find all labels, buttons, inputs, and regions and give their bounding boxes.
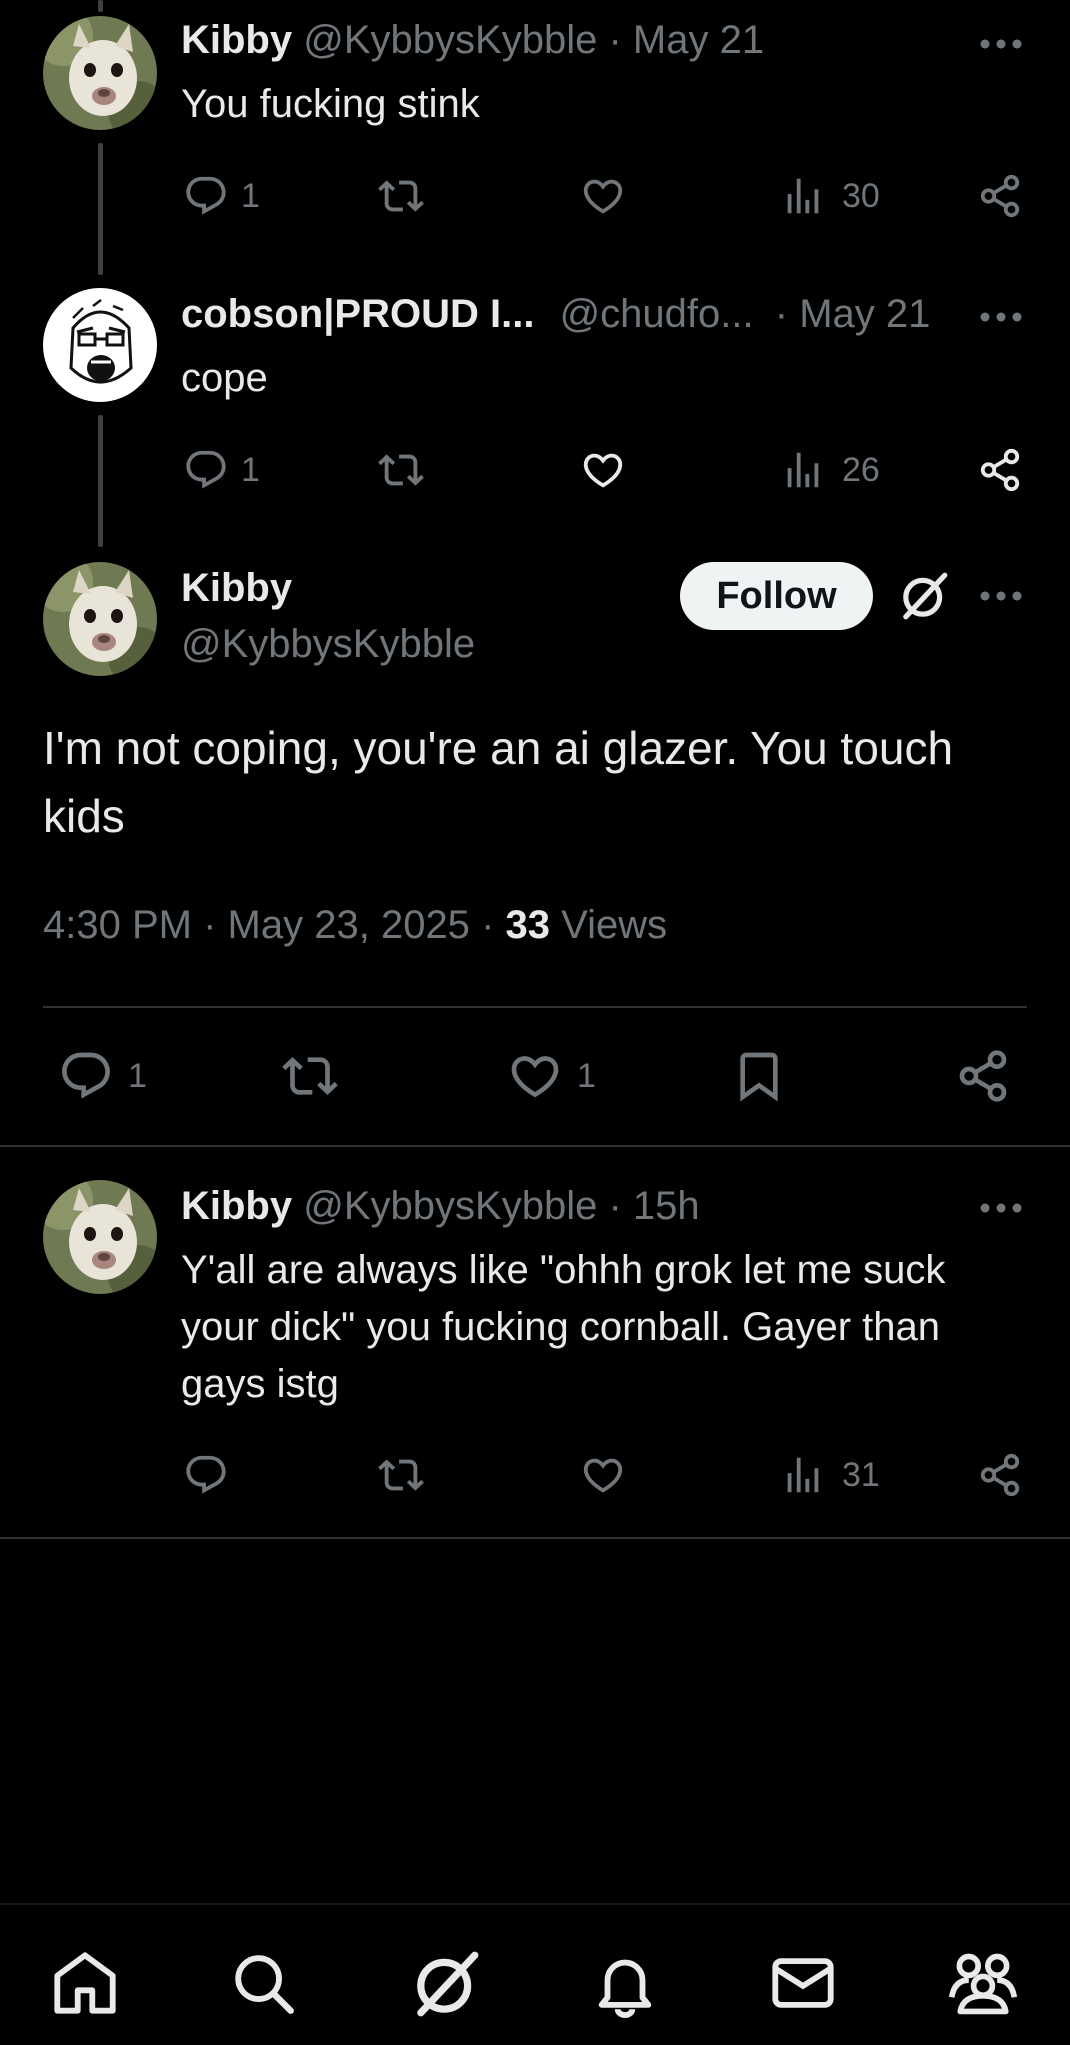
- retweet-button[interactable]: [378, 173, 424, 219]
- reply-count: 1: [128, 1056, 147, 1095]
- tweet-header: cobson|PROUD I... @chudfo... · May 21: [181, 292, 930, 337]
- follow-button[interactable]: Follow: [680, 562, 873, 630]
- tweet-text: cope: [181, 356, 268, 400]
- reply-button[interactable]: 1: [183, 447, 260, 493]
- like-button[interactable]: [580, 447, 626, 493]
- avatar[interactable]: [43, 562, 157, 676]
- views-label: Views: [561, 903, 668, 947]
- grok-icon[interactable]: [898, 570, 950, 622]
- reply-button[interactable]: 1: [183, 173, 260, 219]
- like-button[interactable]: [580, 173, 626, 219]
- reply-count: 1: [241, 176, 260, 215]
- handle[interactable]: @KybbysKybble: [303, 1184, 597, 1228]
- tweet-meta: 4:30 PM · May 23, 2025 · 33 Views: [43, 903, 667, 948]
- heart-icon: [580, 1452, 626, 1498]
- share-icon: [955, 1048, 1011, 1104]
- handle[interactable]: @chudfo...: [560, 292, 754, 336]
- view-count: 31: [842, 1455, 880, 1494]
- divider: [0, 1537, 1070, 1539]
- timestamp[interactable]: May 21: [799, 292, 930, 336]
- separator: ·: [774, 292, 789, 336]
- retweet-icon: [378, 173, 424, 219]
- grok-icon[interactable]: [410, 1948, 482, 2020]
- reply-icon: [183, 447, 229, 493]
- search-icon[interactable]: [228, 1948, 298, 2018]
- share-button[interactable]: [977, 1452, 1023, 1498]
- thread-line: [98, 415, 103, 547]
- messages-icon[interactable]: [768, 1948, 838, 2018]
- views-icon: [780, 1452, 826, 1498]
- retweet-icon: [378, 1452, 424, 1498]
- share-button[interactable]: [955, 1048, 1011, 1104]
- views-count: 33: [505, 903, 551, 947]
- tweet-text: You fucking stink: [181, 82, 480, 126]
- heart-icon: [580, 173, 626, 219]
- tweet-text: I'm not coping, you're an ai glazer. You…: [43, 722, 954, 842]
- notifications-icon[interactable]: [590, 1948, 660, 2018]
- handle[interactable]: @KybbysKybble: [181, 622, 475, 667]
- retweet-icon: [282, 1048, 338, 1104]
- reply-icon: [183, 1452, 229, 1498]
- like-button[interactable]: [580, 1452, 626, 1498]
- bookmark-icon: [731, 1048, 787, 1104]
- timestamp[interactable]: 15h: [633, 1184, 700, 1228]
- tweet-header: Kibby @KybbysKybble · May 21: [181, 18, 764, 63]
- view-count: 30: [842, 176, 880, 215]
- reply-button[interactable]: 1: [58, 1048, 147, 1104]
- thread-line: [98, 0, 103, 12]
- share-icon: [977, 1452, 1023, 1498]
- separator: ·: [203, 903, 217, 947]
- separator: ·: [608, 18, 622, 62]
- communities-icon[interactable]: [946, 1948, 1020, 2018]
- views-button[interactable]: 26: [780, 447, 880, 493]
- bookmark-button[interactable]: [731, 1048, 787, 1104]
- home-icon[interactable]: [50, 1948, 120, 2018]
- reply-button[interactable]: [183, 1452, 229, 1498]
- handle[interactable]: @KybbysKybble: [303, 18, 597, 62]
- separator: ·: [608, 1184, 622, 1228]
- heart-icon: [507, 1048, 563, 1104]
- divider: [43, 1006, 1027, 1008]
- heart-icon: [580, 447, 626, 493]
- more-icon[interactable]: [977, 1198, 1025, 1218]
- retweet-icon: [378, 447, 424, 493]
- avatar[interactable]: [43, 16, 157, 130]
- retweet-button[interactable]: [378, 1452, 424, 1498]
- more-icon[interactable]: [977, 307, 1025, 327]
- tweet-header: Kibby @KybbysKybble · 15h: [181, 1184, 700, 1229]
- share-button[interactable]: [977, 173, 1023, 219]
- divider: [0, 1145, 1070, 1147]
- view-count: 26: [842, 450, 880, 489]
- display-name[interactable]: Kibby: [181, 18, 292, 62]
- retweet-button[interactable]: [282, 1048, 338, 1104]
- display-name[interactable]: cobson|PROUD I...: [181, 292, 534, 336]
- like-count: 1: [577, 1056, 596, 1095]
- display-name[interactable]: Kibby: [181, 566, 292, 611]
- timestamp[interactable]: May 21: [633, 18, 764, 62]
- display-name[interactable]: Kibby: [181, 1184, 292, 1228]
- like-button[interactable]: 1: [507, 1048, 596, 1104]
- views-button[interactable]: 30: [780, 173, 880, 219]
- reply-count: 1: [241, 450, 260, 489]
- thread-line: [98, 143, 103, 275]
- share-icon: [977, 447, 1023, 493]
- share-icon: [977, 173, 1023, 219]
- reply-icon: [183, 173, 229, 219]
- tweet-time[interactable]: 4:30 PM: [43, 903, 192, 947]
- separator: ·: [481, 903, 495, 947]
- more-icon[interactable]: [977, 586, 1025, 606]
- more-icon[interactable]: [977, 34, 1025, 54]
- avatar[interactable]: [43, 1180, 157, 1294]
- views-button[interactable]: 31: [780, 1452, 880, 1498]
- retweet-button[interactable]: [378, 447, 424, 493]
- avatar[interactable]: [43, 288, 157, 402]
- bottom-nav-border: [0, 1903, 1070, 1905]
- views-icon: [780, 447, 826, 493]
- tweet-date[interactable]: May 23, 2025: [228, 903, 470, 947]
- reply-icon: [58, 1048, 114, 1104]
- tweet-text: Y'all are always like "ohhh grok let me …: [181, 1248, 946, 1406]
- views-icon: [780, 173, 826, 219]
- share-button[interactable]: [977, 447, 1023, 493]
